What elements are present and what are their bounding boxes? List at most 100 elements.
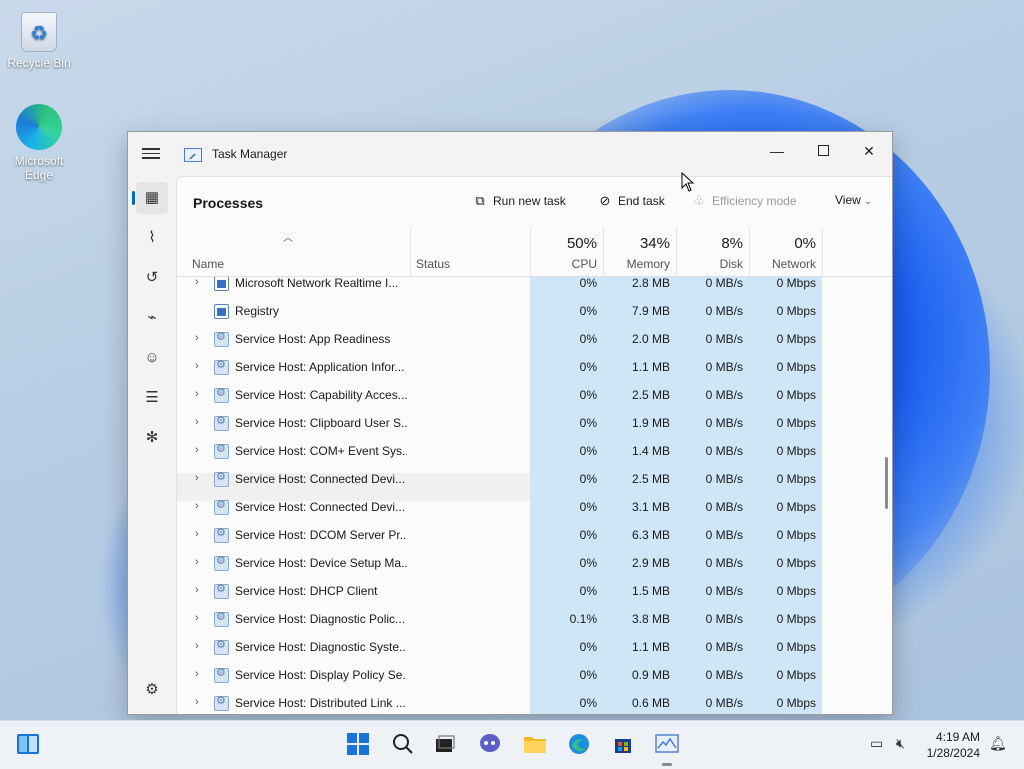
process-row[interactable]: › Service Host: Application Infor... 0%1.1…: [177, 359, 891, 389]
file-explorer-icon[interactable]: [523, 733, 547, 757]
maximize-button[interactable]: [800, 138, 846, 166]
column-disk[interactable]: 8% Disk: [676, 227, 750, 276]
expand-chevron-icon[interactable]: ›: [195, 416, 199, 429]
process-row[interactable]: › Service Host: Connected Devi... 0%2.5 MB…: [177, 471, 891, 501]
desktop-icon-recycle-bin[interactable]: Recycle Bin: [4, 12, 74, 70]
hamburger-menu-icon[interactable]: [142, 145, 160, 163]
expand-chevron-icon[interactable]: ›: [195, 556, 199, 569]
process-memory-cell: 2.0 MB: [603, 333, 676, 361]
users-icon: ☺: [144, 349, 160, 366]
start-icon[interactable]: [346, 733, 370, 757]
service-host-icon: [214, 331, 229, 347]
expand-chevron-icon[interactable]: ›: [195, 500, 199, 513]
nav-settings[interactable]: ⚙: [136, 674, 168, 706]
edge-icon[interactable]: [567, 733, 591, 757]
column-network[interactable]: 0% Network: [749, 227, 823, 276]
column-status[interactable]: Status: [410, 227, 531, 276]
process-row[interactable]: › Service Host: DCOM Server Pr... 0%6.3 MB…: [177, 527, 891, 557]
process-status-cell: [410, 361, 530, 389]
process-name: Service Host: Distributed Link ...: [235, 697, 406, 710]
service-host-icon: [214, 583, 229, 599]
nav-details[interactable]: ☰: [136, 382, 168, 414]
process-name: Service Host: Clipboard User S...: [235, 417, 407, 430]
column-name[interactable]: ︿ Name: [177, 227, 411, 276]
process-name: Service Host: Display Policy Se...: [235, 669, 407, 682]
minimize-button[interactable]: —: [754, 138, 800, 166]
search-icon[interactable]: [391, 733, 415, 757]
process-name-cell: › Service Host: Device Setup Ma...: [177, 555, 410, 585]
service-host-icon: [214, 359, 229, 375]
process-row[interactable]: › Microsoft Network Realtime I... 0% 2.8 MB…: [177, 277, 891, 305]
process-row[interactable]: › Service Host: Display Policy Se... 0%0.9…: [177, 667, 891, 697]
process-row[interactable]: Registry 0% 7.9 MB 0 MB/s 0 Mbps: [177, 304, 891, 333]
process-network-cell: 0 Mbps: [749, 417, 822, 445]
expand-chevron-icon[interactable]: ›: [195, 472, 199, 485]
clock[interactable]: 4:19 AM 1/28/2024: [927, 729, 980, 761]
run-new-task-button[interactable]: ⧉ Run new task: [473, 193, 565, 209]
taskbar: ▭ 🔇︎ 4:19 AM 1/28/2024 🔔︎: [0, 720, 1024, 769]
vertical-scrollbar[interactable]: [885, 457, 888, 509]
title-bar[interactable]: Task Manager — ✕: [128, 132, 892, 176]
nav-services[interactable]: ✻: [136, 422, 168, 454]
nav-users[interactable]: ☺: [136, 342, 168, 374]
expand-chevron-icon[interactable]: ›: [195, 668, 199, 681]
chevron-down-icon: ⌄: [864, 196, 872, 206]
nav-startup-apps[interactable]: ⌁: [136, 302, 168, 334]
process-status-cell: [410, 697, 530, 714]
process-row[interactable]: › Service Host: Distributed Link ... 0%0.6…: [177, 695, 891, 714]
column-cpu[interactable]: 50% CPU: [530, 227, 604, 276]
process-row[interactable]: › Service Host: DHCP Client 0%1.5 MB0 MB/s…: [177, 583, 891, 613]
process-network-cell: 0 Mbps: [749, 277, 822, 305]
widgets-icon[interactable]: [16, 733, 40, 757]
sort-ascending-icon: ︿: [283, 233, 293, 244]
process-disk-cell: 0 MB/s: [676, 333, 749, 361]
process-row[interactable]: › Service Host: COM+ Event Sys... 0%1.4 MB…: [177, 443, 891, 473]
close-button[interactable]: ✕: [846, 138, 892, 166]
nav-app-history[interactable]: ↺: [136, 262, 168, 294]
expand-chevron-icon[interactable]: ›: [195, 640, 199, 653]
nav-processes[interactable]: ▦: [132, 182, 168, 214]
task-manager-icon: [184, 148, 202, 162]
task-manager-taskbar-icon[interactable]: [655, 733, 679, 766]
expand-chevron-icon[interactable]: ›: [195, 584, 199, 597]
expand-chevron-icon[interactable]: ›: [195, 332, 199, 345]
expand-chevron-icon[interactable]: ›: [195, 360, 199, 373]
chat-icon[interactable]: [478, 733, 502, 757]
process-status-cell: [410, 529, 530, 557]
notifications-icon[interactable]: 🔔︎: [989, 735, 1007, 752]
process-row[interactable]: › Service Host: Clipboard User S... 0%1.9 …: [177, 415, 891, 445]
process-memory-cell: 6.3 MB: [603, 529, 676, 557]
volume-muted-icon[interactable]: 🔇︎: [896, 735, 905, 752]
nav-performance[interactable]: ⌇: [136, 222, 168, 254]
column-memory[interactable]: 34% Memory: [603, 227, 677, 276]
expand-chevron-icon[interactable]: ›: [195, 444, 199, 457]
expand-chevron-icon[interactable]: ›: [195, 388, 199, 401]
process-network-cell: 0 Mbps: [749, 585, 822, 613]
process-name-cell: › Service Host: Diagnostic Syste...: [177, 639, 410, 669]
process-cpu-cell: 0%: [530, 473, 603, 501]
process-row[interactable]: › Service Host: Diagnostic Polic... 0.1%3.…: [177, 611, 891, 641]
process-name: Service Host: Device Setup Ma...: [235, 557, 407, 570]
services-icon: ✻: [145, 429, 159, 446]
expand-chevron-icon[interactable]: ›: [195, 277, 199, 289]
expand-chevron-icon[interactable]: ›: [195, 696, 199, 709]
desktop-icon-microsoft-edge[interactable]: Microsoft Edge: [4, 104, 74, 182]
view-dropdown[interactable]: View ⌄: [835, 193, 872, 207]
process-row[interactable]: › Service Host: App Readiness 0%2.0 MB0 MB…: [177, 331, 891, 361]
process-memory-cell: 2.5 MB: [603, 389, 676, 417]
efficiency-mode-button[interactable]: ♧ Efficiency mode: [692, 193, 796, 209]
end-task-button[interactable]: ⊘ End task: [598, 193, 665, 209]
process-row[interactable]: › Service Host: Capability Acces... 0%2.5 …: [177, 387, 891, 417]
process-status-cell: [410, 669, 530, 697]
store-icon[interactable]: [611, 733, 635, 757]
process-row[interactable]: › Service Host: Diagnostic Syste... 0%1.1 …: [177, 639, 891, 669]
expand-chevron-icon[interactable]: ›: [195, 612, 199, 625]
expand-chevron-icon[interactable]: ›: [195, 528, 199, 541]
task-view-icon[interactable]: [433, 733, 457, 757]
network-icon[interactable]: ▭: [870, 735, 883, 752]
process-cpu-cell: 0%: [530, 557, 603, 585]
process-row[interactable]: › Service Host: Device Setup Ma... 0%2.9 M…: [177, 555, 891, 585]
process-row[interactable]: › Service Host: Connected Devi... 0%3.1 MB…: [177, 499, 891, 529]
clock-time: 4:19 AM: [935, 730, 980, 744]
process-status-cell: [410, 417, 530, 445]
